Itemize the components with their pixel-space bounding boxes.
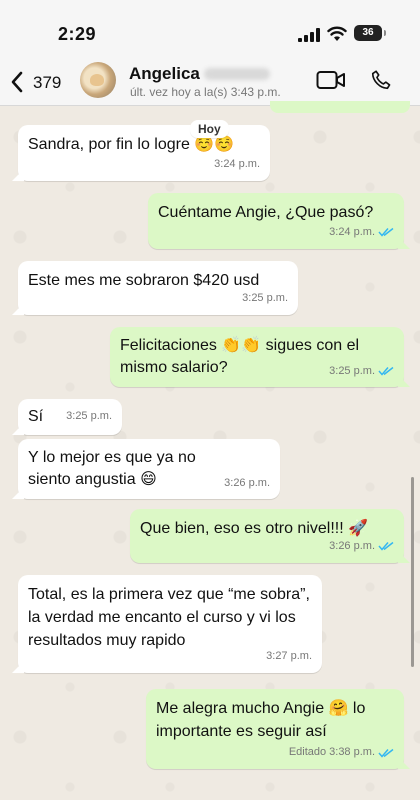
double-check-icon — [378, 227, 394, 237]
message-text: Me alegra mucho Angie 🤗 lo importante es… — [156, 700, 366, 740]
message-incoming[interactable]: Total, es la primera vez que “me sobra”,… — [18, 575, 322, 673]
edited-label: Editado — [288, 746, 327, 758]
message-meta: 3:26 p.m. — [224, 472, 270, 494]
message-meta: 3:25 p.m. — [329, 360, 394, 382]
last-seen: últ. vez hoy a la(s) 3:43 p.m. — [130, 85, 281, 99]
message-incoming[interactable]: Este mes me sobraron $420 usd 3:25 p.m. — [18, 261, 298, 315]
previous-message-peek — [270, 101, 410, 113]
message-outgoing[interactable]: Que bien, eso es otro nivel!!! 🚀 3:26 p.… — [130, 509, 404, 563]
phone-call-icon[interactable] — [370, 69, 392, 91]
message-text: Total, es la primera vez que “me sobra”,… — [28, 586, 310, 649]
message-time: 3:25 p.m. — [66, 410, 112, 422]
message-time: 3:25 p.m. — [329, 365, 375, 377]
video-call-icon[interactable] — [316, 70, 346, 90]
message-incoming[interactable]: Sandra, por fin lo logre ☺️☺️ 3:24 p.m. — [18, 125, 270, 181]
message-time: 3:24 p.m. — [329, 226, 375, 238]
message-time: 3:38 p.m. — [329, 746, 375, 758]
date-label: Hoy — [190, 120, 229, 138]
message-meta: 3:25 p.m. — [66, 404, 112, 428]
message-meta: 3:27 p.m. — [266, 645, 312, 668]
message-outgoing[interactable]: Cuéntame Angie, ¿Que pasó? 3:24 p.m. — [148, 193, 404, 249]
message-meta: 3:25 p.m. — [242, 286, 288, 310]
message-outgoing[interactable]: Me alegra mucho Angie 🤗 lo importante es… — [146, 689, 404, 769]
message-time: 3:27 p.m. — [266, 650, 312, 662]
avatar[interactable] — [80, 62, 116, 98]
battery-level: 36 — [362, 27, 374, 38]
message-time: 3:26 p.m. — [224, 477, 270, 489]
double-check-icon — [378, 366, 394, 376]
status-bar: 2:29 36 — [0, 0, 420, 56]
message-time: 3:25 p.m. — [242, 292, 288, 304]
back-chevron-icon[interactable] — [10, 71, 24, 93]
scrollbar[interactable] — [411, 477, 414, 667]
wifi-icon — [327, 26, 347, 41]
signal-icon — [298, 28, 320, 42]
unread-count[interactable]: 379 — [33, 73, 61, 93]
battery-icon: 36 — [354, 25, 386, 41]
message-outgoing[interactable]: Felicitaciones 👏👏 sigues con el mismo sa… — [110, 327, 404, 387]
message-meta: 3:26 p.m. — [329, 534, 394, 558]
double-check-icon — [378, 541, 394, 551]
message-text: Y lo mejor es que ya no siento angustia … — [28, 449, 196, 488]
message-incoming[interactable]: Y lo mejor es que ya no siento angustia … — [18, 439, 280, 499]
double-check-icon — [378, 748, 394, 758]
contact-name[interactable]: Angelica — [129, 64, 200, 84]
message-meta: Editado 3:38 p.m. — [289, 741, 394, 764]
message-time: 3:24 p.m. — [214, 158, 260, 170]
message-meta: 3:24 p.m. — [214, 152, 260, 176]
chat-header: 379 Angelica últ. vez hoy a la(s) 3:43 p… — [0, 56, 420, 106]
status-time: 2:29 — [58, 24, 97, 44]
message-time: 3:26 p.m. — [329, 540, 375, 552]
chat-area[interactable]: Sandra, por fin lo logre ☺️☺️ 3:24 p.m. … — [0, 101, 420, 800]
message-meta: 3:24 p.m. — [329, 220, 394, 244]
message-incoming[interactable]: Sí 3:25 p.m. — [18, 399, 122, 435]
blurred-surname — [204, 68, 270, 80]
